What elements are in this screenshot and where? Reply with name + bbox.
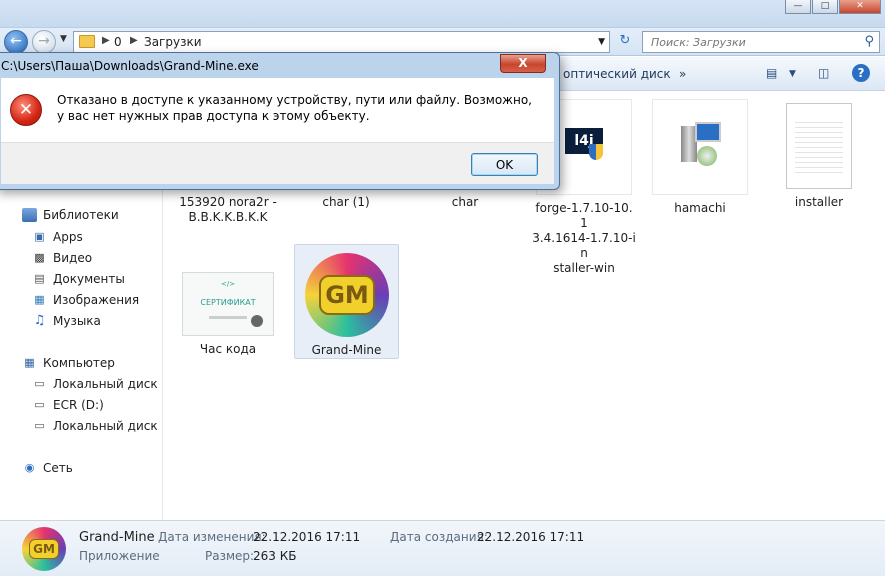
- details-file-type: Приложение: [79, 549, 160, 563]
- sidebar-item-label: Библиотеки: [43, 208, 119, 222]
- sidebar-item-video[interactable]: ▩ Видео: [0, 248, 162, 268]
- network-icon: ◉: [24, 461, 35, 474]
- details-created-value: 22.12.2016 17:11: [477, 530, 585, 544]
- sidebar-item-drive-e[interactable]: ▭ Локальный диск (E:: [0, 416, 162, 436]
- details-file-name: Grand-Mine: [79, 530, 155, 545]
- toolbar-more-chevron[interactable]: »: [679, 67, 686, 81]
- sidebar-item-drive-c[interactable]: ▭ Локальный диск (C: [0, 374, 162, 394]
- libraries-icon: [22, 208, 37, 222]
- code-logo-icon: </>: [220, 280, 236, 288]
- sidebar-item-label: Сеть: [43, 461, 73, 475]
- search-input[interactable]: [651, 33, 851, 51]
- dialog-footer: OK: [1, 142, 554, 184]
- sidebar-item-pictures[interactable]: ▦ Изображения: [0, 290, 162, 310]
- video-library-icon: ▩: [34, 251, 45, 264]
- file-item[interactable]: installer: [767, 99, 871, 210]
- minimize-button[interactable]: —: [785, 0, 811, 14]
- back-button[interactable]: ←: [4, 30, 28, 54]
- breadcrumb-separator-icon[interactable]: ▶: [102, 35, 110, 46]
- details-size-label: Размер:: [205, 549, 255, 563]
- breadcrumb-item[interactable]: 0: [114, 35, 122, 49]
- details-size-value: 263 КБ: [253, 549, 297, 563]
- certificate-thumbnail: </> СЕРТИФИКАТ: [182, 272, 274, 336]
- refresh-icon[interactable]: ↻: [614, 33, 636, 51]
- details-modified-label: Дата изменения:: [158, 530, 266, 544]
- file-name: char: [451, 195, 479, 209]
- view-options-icon[interactable]: ▤: [766, 66, 777, 80]
- sidebar-item-documents[interactable]: ▤ Документы: [0, 269, 162, 289]
- file-name: installer: [794, 195, 844, 209]
- recent-pages-dropdown-icon[interactable]: ▼: [60, 34, 67, 44]
- sidebar-item-label: Музыка: [53, 314, 101, 328]
- file-name: 153920 nora2r - B.B.K.K.B.K.K: [179, 195, 277, 224]
- file-name: forge-1.7.10-10.1 3.4.1614-1.7.10-in sta…: [532, 201, 636, 275]
- sidebar-item-label: Локальный диск (C: [53, 377, 162, 391]
- dialog-body: ✕ Отказано в доступе к указанному устрой…: [1, 78, 554, 142]
- window-title-bar: — □ ✕: [0, 0, 885, 28]
- details-pane: GM Grand-Mine Приложение Дата изменения:…: [0, 520, 885, 576]
- address-bar[interactable]: ▶ 0 ▶ Загрузки ▼: [73, 31, 610, 53]
- details-modified-value: 22.12.2016 17:11: [253, 530, 361, 544]
- breadcrumb-separator-icon[interactable]: ▶: [130, 35, 138, 46]
- dialog-close-button[interactable]: X: [500, 54, 546, 73]
- sidebar-item-label: Изображения: [53, 293, 140, 307]
- preview-pane-icon[interactable]: ◫: [818, 66, 829, 80]
- file-name: char (1): [322, 195, 370, 209]
- maximize-button[interactable]: □: [812, 0, 838, 14]
- dialog-title: C:\Users\Паша\Downloads\Grand-Mine.exe: [1, 59, 259, 73]
- text-file-icon: [786, 103, 852, 189]
- sidebar-item-computer[interactable]: ▦ Компьютер: [0, 353, 162, 373]
- file-item[interactable]: hamachi: [648, 99, 752, 216]
- drive-icon: ▭: [34, 419, 45, 432]
- sidebar-item-music[interactable]: ♫ Музыка: [0, 311, 162, 331]
- grand-mine-app-icon: GM: [305, 253, 389, 337]
- file-item[interactable]: 153920 nora2r - B.B.K.K.B.K.K: [176, 195, 280, 225]
- search-box[interactable]: ⚲: [642, 31, 880, 53]
- search-icon[interactable]: ⚲: [864, 34, 874, 49]
- address-dropdown-icon[interactable]: ▼: [598, 37, 605, 47]
- sidebar-item-label: Apps: [53, 230, 83, 244]
- breadcrumb-current[interactable]: Загрузки: [144, 35, 202, 49]
- file-name: Grand-Mine: [311, 343, 382, 357]
- toolbar-burn-disc[interactable]: оптический диск: [563, 67, 671, 81]
- system-drive-icon: ▭: [34, 377, 45, 390]
- forward-button[interactable]: →: [32, 30, 56, 54]
- disc-icon: [697, 146, 717, 166]
- sidebar-item-label: Видео: [53, 251, 93, 265]
- error-icon: ✕: [10, 94, 42, 126]
- view-dropdown-icon[interactable]: ▼: [789, 69, 796, 79]
- sidebar-item-label: Компьютер: [43, 356, 115, 370]
- setup-thumbnail: [652, 99, 748, 195]
- grand-mine-app-icon: GM: [22, 527, 66, 571]
- file-item[interactable]: </> СЕРТИФИКАТ Час кода: [176, 272, 280, 357]
- ok-button[interactable]: OK: [471, 153, 538, 176]
- pictures-library-icon: ▦: [34, 293, 45, 306]
- sidebar-item-apps[interactable]: ▣ Apps: [0, 227, 162, 247]
- details-created-label: Дата создания:: [390, 530, 488, 544]
- sidebar-item-libraries[interactable]: Библиотеки: [0, 205, 162, 225]
- drive-icon: ▭: [34, 398, 45, 411]
- sidebar-item-drive-d[interactable]: ▭ ECR (D:): [0, 395, 162, 415]
- sidebar-item-label: Локальный диск (E:: [53, 419, 162, 433]
- certificate-title: СЕРТИФИКАТ: [200, 298, 256, 307]
- file-name: hamachi: [674, 201, 726, 215]
- file-name: Час кода: [199, 342, 257, 356]
- uac-shield-icon: [589, 144, 603, 160]
- sidebar-item-label: ECR (D:): [53, 398, 104, 412]
- apps-library-icon: ▣: [34, 230, 45, 243]
- error-dialog: C:\Users\Паша\Downloads\Grand-Mine.exe X…: [0, 52, 560, 190]
- folder-icon: [79, 35, 95, 48]
- sidebar-item-network[interactable]: ◉ Сеть: [0, 458, 162, 478]
- music-library-icon: ♫: [33, 313, 46, 328]
- documents-library-icon: ▤: [34, 272, 45, 285]
- monitor-icon: [695, 122, 721, 142]
- computer-icon: ▦: [24, 356, 35, 369]
- gm-logo: GM: [319, 275, 375, 315]
- help-icon[interactable]: ?: [852, 64, 870, 82]
- sidebar-item-label: Документы: [53, 272, 125, 286]
- selected-file-item[interactable]: GM Grand-Mine: [294, 244, 399, 359]
- dialog-message: Отказано в доступе к указанному устройст…: [57, 93, 532, 123]
- close-window-button[interactable]: ✕: [839, 0, 881, 14]
- gm-logo: GM: [29, 539, 59, 559]
